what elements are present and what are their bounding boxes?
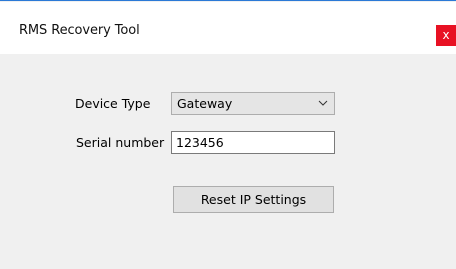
device-type-label: Device Type xyxy=(75,96,151,111)
title-bar: RMS Recovery Tool x xyxy=(0,2,456,54)
recovery-tool-window: RMS Recovery Tool x Device Type Gateway … xyxy=(0,0,456,269)
reset-ip-settings-button[interactable]: Reset IP Settings xyxy=(173,186,334,213)
device-type-value: Gateway xyxy=(177,96,233,111)
close-button[interactable]: x xyxy=(436,25,456,46)
serial-number-value: 123456 xyxy=(176,135,224,150)
close-icon: x xyxy=(442,28,450,42)
serial-number-label: Serial number xyxy=(76,135,165,150)
serial-number-field[interactable]: 123456 xyxy=(171,131,335,154)
window-title: RMS Recovery Tool xyxy=(19,23,140,38)
device-type-select[interactable]: Gateway xyxy=(171,92,335,115)
chevron-down-icon xyxy=(318,100,328,106)
